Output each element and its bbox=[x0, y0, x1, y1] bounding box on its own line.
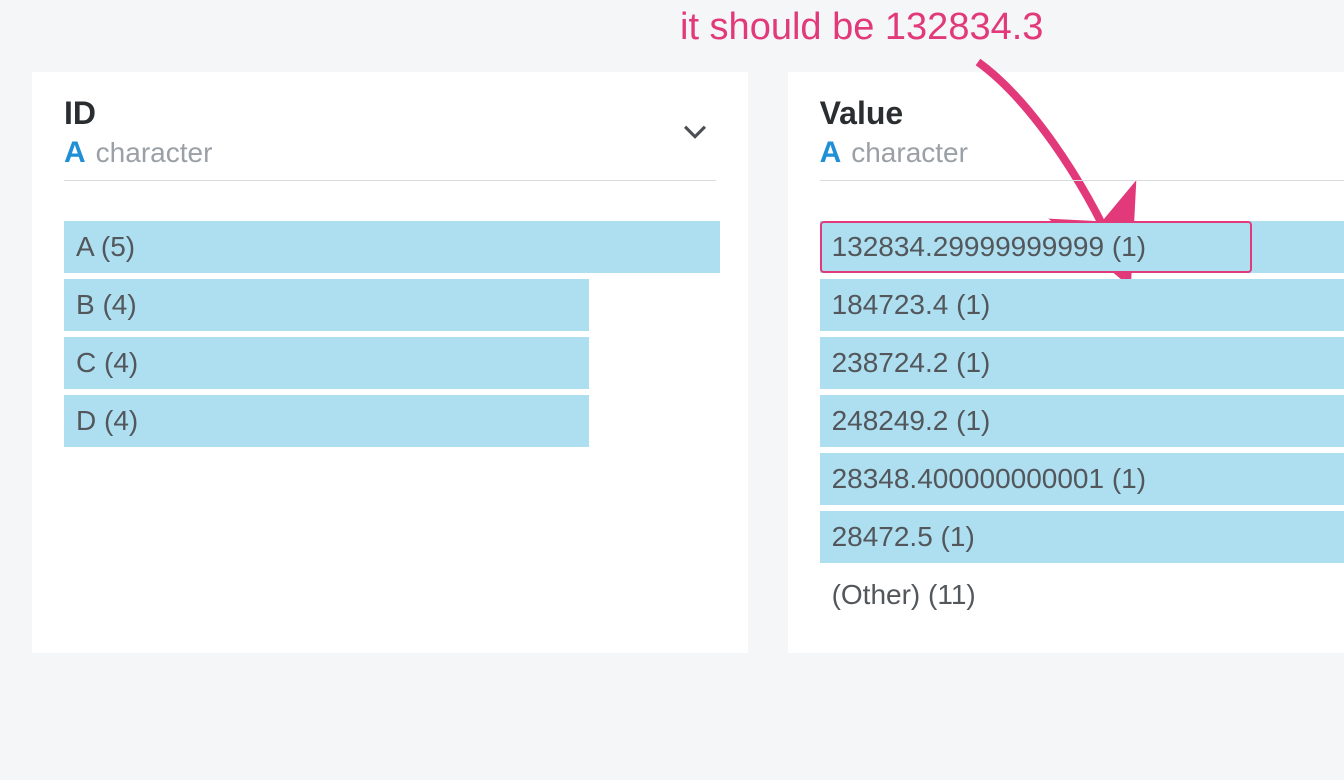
histogram-bar[interactable]: 28472.5 (1) bbox=[820, 511, 1344, 563]
histogram-bar-label: 238724.2 (1) bbox=[832, 337, 991, 389]
column-id-header[interactable]: ID A character bbox=[64, 94, 716, 181]
column-value-type: character bbox=[851, 137, 968, 169]
histogram-bar-label: 28472.5 (1) bbox=[832, 511, 975, 563]
column-value-header[interactable]: Value A character bbox=[820, 94, 1344, 181]
histogram-bar-label: C (4) bbox=[76, 337, 138, 389]
chevron-down-icon[interactable] bbox=[678, 114, 712, 153]
histogram-bar-label: 132834.29999999999 (1) bbox=[832, 221, 1147, 273]
column-id-type: character bbox=[96, 137, 213, 169]
histogram-bar[interactable]: 132834.29999999999 (1) bbox=[820, 221, 1344, 273]
column-id-bars: A (5) B (4) C (4) D (4) bbox=[64, 221, 716, 447]
column-value-bars: 132834.29999999999 (1) 184723.4 (1) 238724… bbox=[820, 221, 1344, 621]
histogram-bar[interactable]: 248249.2 (1) bbox=[820, 395, 1344, 447]
histogram-bar[interactable]: 28348.400000000001 (1) bbox=[820, 453, 1344, 505]
column-value-title: Value bbox=[820, 94, 1344, 132]
histogram-bar[interactable]: 238724.2 (1) bbox=[820, 337, 1344, 389]
column-id-title: ID bbox=[64, 94, 716, 132]
annotation-text: it should be 132834.3 bbox=[680, 6, 1043, 49]
histogram-bar-label: A (5) bbox=[76, 221, 135, 273]
histogram-bar-label: 28348.400000000001 (1) bbox=[832, 453, 1147, 505]
histogram-bar[interactable]: D (4) bbox=[64, 395, 716, 447]
type-glyph-icon: A bbox=[820, 136, 842, 170]
histogram-bar[interactable]: 184723.4 (1) bbox=[820, 279, 1344, 331]
column-id-panel: ID A character A (5) B (4) C (4) D (4) bbox=[32, 72, 748, 653]
histogram-bar[interactable]: A (5) bbox=[64, 221, 716, 273]
histogram-bar[interactable]: (Other) (11) bbox=[820, 569, 1344, 621]
histogram-bar-label: (Other) (11) bbox=[832, 569, 976, 621]
histogram-bar-label: 248249.2 (1) bbox=[832, 395, 991, 447]
column-value-panel: Value A character 132834.29999999999 (1)… bbox=[788, 72, 1344, 653]
histogram-bar-label: D (4) bbox=[76, 395, 138, 447]
histogram-bar[interactable]: C (4) bbox=[64, 337, 716, 389]
type-glyph-icon: A bbox=[64, 136, 86, 170]
histogram-bar[interactable]: B (4) bbox=[64, 279, 716, 331]
histogram-bar-label: 184723.4 (1) bbox=[832, 279, 991, 331]
histogram-bar-label: B (4) bbox=[76, 279, 137, 331]
